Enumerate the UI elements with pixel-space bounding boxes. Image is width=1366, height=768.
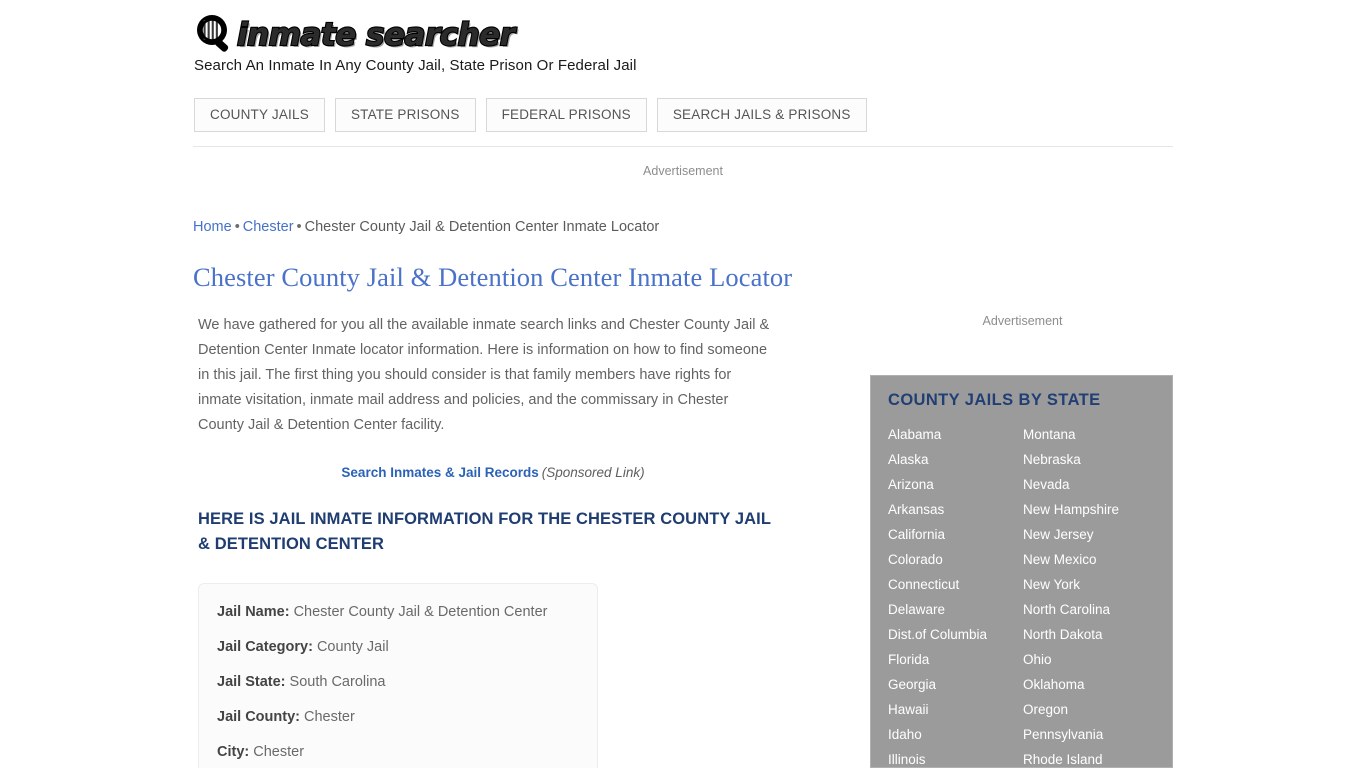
info-value-jail-county: Chester [304, 709, 355, 725]
header-divider [193, 146, 1173, 147]
info-label-city: City: [217, 744, 250, 760]
breadcrumb-current: Chester County Jail & Detention Center I… [304, 219, 660, 235]
sponsored-link-row: Search Inmates & Jail Records (Sponsored … [193, 465, 793, 480]
sidebar-item-new-hampshire[interactable]: New Hampshire [1023, 497, 1155, 522]
sidebar-item-new-mexico[interactable]: New Mexico [1023, 547, 1155, 572]
sidebar-item-north-dakota[interactable]: North Dakota [1023, 622, 1155, 647]
breadcrumb-separator-2: • [296, 219, 302, 235]
info-label-jail-name: Jail Name: [217, 604, 290, 620]
section-title: HERE IS JAIL INMATE INFORMATION FOR THE … [198, 510, 771, 553]
sponsored-note: (Sponsored Link) [541, 465, 645, 480]
sidebar-item-new-york[interactable]: New York [1023, 572, 1155, 597]
sidebar-item-connecticut[interactable]: Connecticut [888, 572, 1023, 597]
info-value-jail-name: Chester County Jail & Detention Center [293, 604, 548, 620]
info-value-jail-category: County Jail [316, 639, 389, 655]
breadcrumb-home[interactable]: Home [193, 219, 232, 235]
info-label-jail-state: Jail State: [217, 674, 286, 690]
site-tagline: Search An Inmate In Any County Jail, Sta… [194, 57, 637, 74]
logo-wordmark: inmate searcher [236, 16, 516, 54]
content-container: inmate searcher Search An Inmate In Any … [193, 0, 1173, 768]
sidebar-item-alaska[interactable]: Alaska [888, 447, 1023, 472]
sidebar-item-idaho[interactable]: Idaho [888, 722, 1023, 747]
magnifier-jail-bars-icon [193, 13, 237, 55]
main-navigation: COUNTY JAILS STATE PRISONS FEDERAL PRISO… [194, 98, 867, 132]
sidebar-item-california[interactable]: California [888, 522, 1023, 547]
sidebar-item-nebraska[interactable]: Nebraska [1023, 447, 1155, 472]
sidebar-item-colorado[interactable]: Colorado [888, 547, 1023, 572]
intro-paragraph: We have gathered for you all the availab… [198, 317, 770, 433]
sidebar-item-dist-of-columbia[interactable]: Dist.of Columbia [888, 622, 1023, 647]
breadcrumb-separator-1: • [234, 219, 240, 235]
nav-federal-prisons[interactable]: FEDERAL PRISONS [485, 98, 647, 132]
jail-info-box: Jail Name: Chester County Jail & Detenti… [198, 583, 598, 768]
info-row-jail-category: Jail Category: County Jail [217, 638, 579, 673]
sidebar-item-new-jersey[interactable]: New Jersey [1023, 522, 1155, 547]
main-content: Chester County Jail & Detention Center I… [193, 260, 793, 768]
sidebar-item-north-carolina[interactable]: North Carolina [1023, 597, 1155, 622]
nav-county-jails[interactable]: COUNTY JAILS [194, 98, 325, 132]
ad-label-top: Advertisement [643, 164, 723, 178]
sidebar-item-oregon[interactable]: Oregon [1023, 697, 1155, 722]
sidebar-item-florida[interactable]: Florida [888, 647, 1023, 672]
sidebar-title: COUNTY JAILS BY STATE [888, 391, 1101, 409]
nav-state-prisons[interactable]: STATE PRISONS [334, 98, 476, 132]
sidebar-item-oklahoma[interactable]: Oklahoma [1023, 672, 1155, 697]
sidebar-item-arkansas[interactable]: Arkansas [888, 497, 1023, 522]
sidebar-item-illinois[interactable]: Illinois [888, 747, 1023, 768]
sidebar-item-nevada[interactable]: Nevada [1023, 472, 1155, 497]
info-value-city: Chester [253, 744, 305, 760]
sidebar-item-hawaii[interactable]: Hawaii [888, 697, 1023, 722]
info-label-jail-county: Jail County: [217, 709, 300, 725]
page-root: inmate searcher Search An Inmate In Any … [0, 0, 1366, 768]
nav-search-jails-prisons[interactable]: SEARCH JAILS & PRISONS [656, 98, 867, 132]
info-label-jail-category: Jail Category: [217, 639, 313, 655]
county-jails-by-state-panel: COUNTY JAILS BY STATE Alabama Montana Al… [870, 375, 1173, 768]
info-row-jail-state: Jail State: South Carolina [217, 673, 579, 708]
sidebar-item-arizona[interactable]: Arizona [888, 472, 1023, 497]
search-inmates-jail-records-link[interactable]: Search Inmates & Jail Records [341, 465, 538, 480]
sidebar-item-georgia[interactable]: Georgia [888, 672, 1023, 697]
breadcrumb-chester[interactable]: Chester [243, 219, 294, 235]
sidebar-item-pennsylvania[interactable]: Pennsylvania [1023, 722, 1155, 747]
breadcrumb: Home • Chester • Chester County Jail & Deten… [193, 219, 659, 235]
page-title: Chester County Jail & Detention Center I… [193, 262, 793, 292]
state-links-grid: Alabama Montana Alaska Nebraska Arizona … [888, 422, 1155, 768]
info-row-jail-name: Jail Name: Chester County Jail & Detenti… [217, 603, 579, 638]
info-value-jail-state: South Carolina [289, 674, 386, 690]
sidebar-item-montana[interactable]: Montana [1023, 422, 1155, 447]
sidebar-item-ohio[interactable]: Ohio [1023, 647, 1155, 672]
sidebar-item-alabama[interactable]: Alabama [888, 422, 1023, 447]
info-row-city: City: Chester [217, 743, 579, 761]
sidebar-item-rhode-island[interactable]: Rhode Island [1023, 747, 1155, 768]
ad-label-right: Advertisement [982, 314, 1063, 328]
info-row-jail-county: Jail County: Chester [217, 708, 579, 743]
sidebar-item-delaware[interactable]: Delaware [888, 597, 1023, 622]
site-logo[interactable]: inmate searcher [193, 13, 516, 55]
